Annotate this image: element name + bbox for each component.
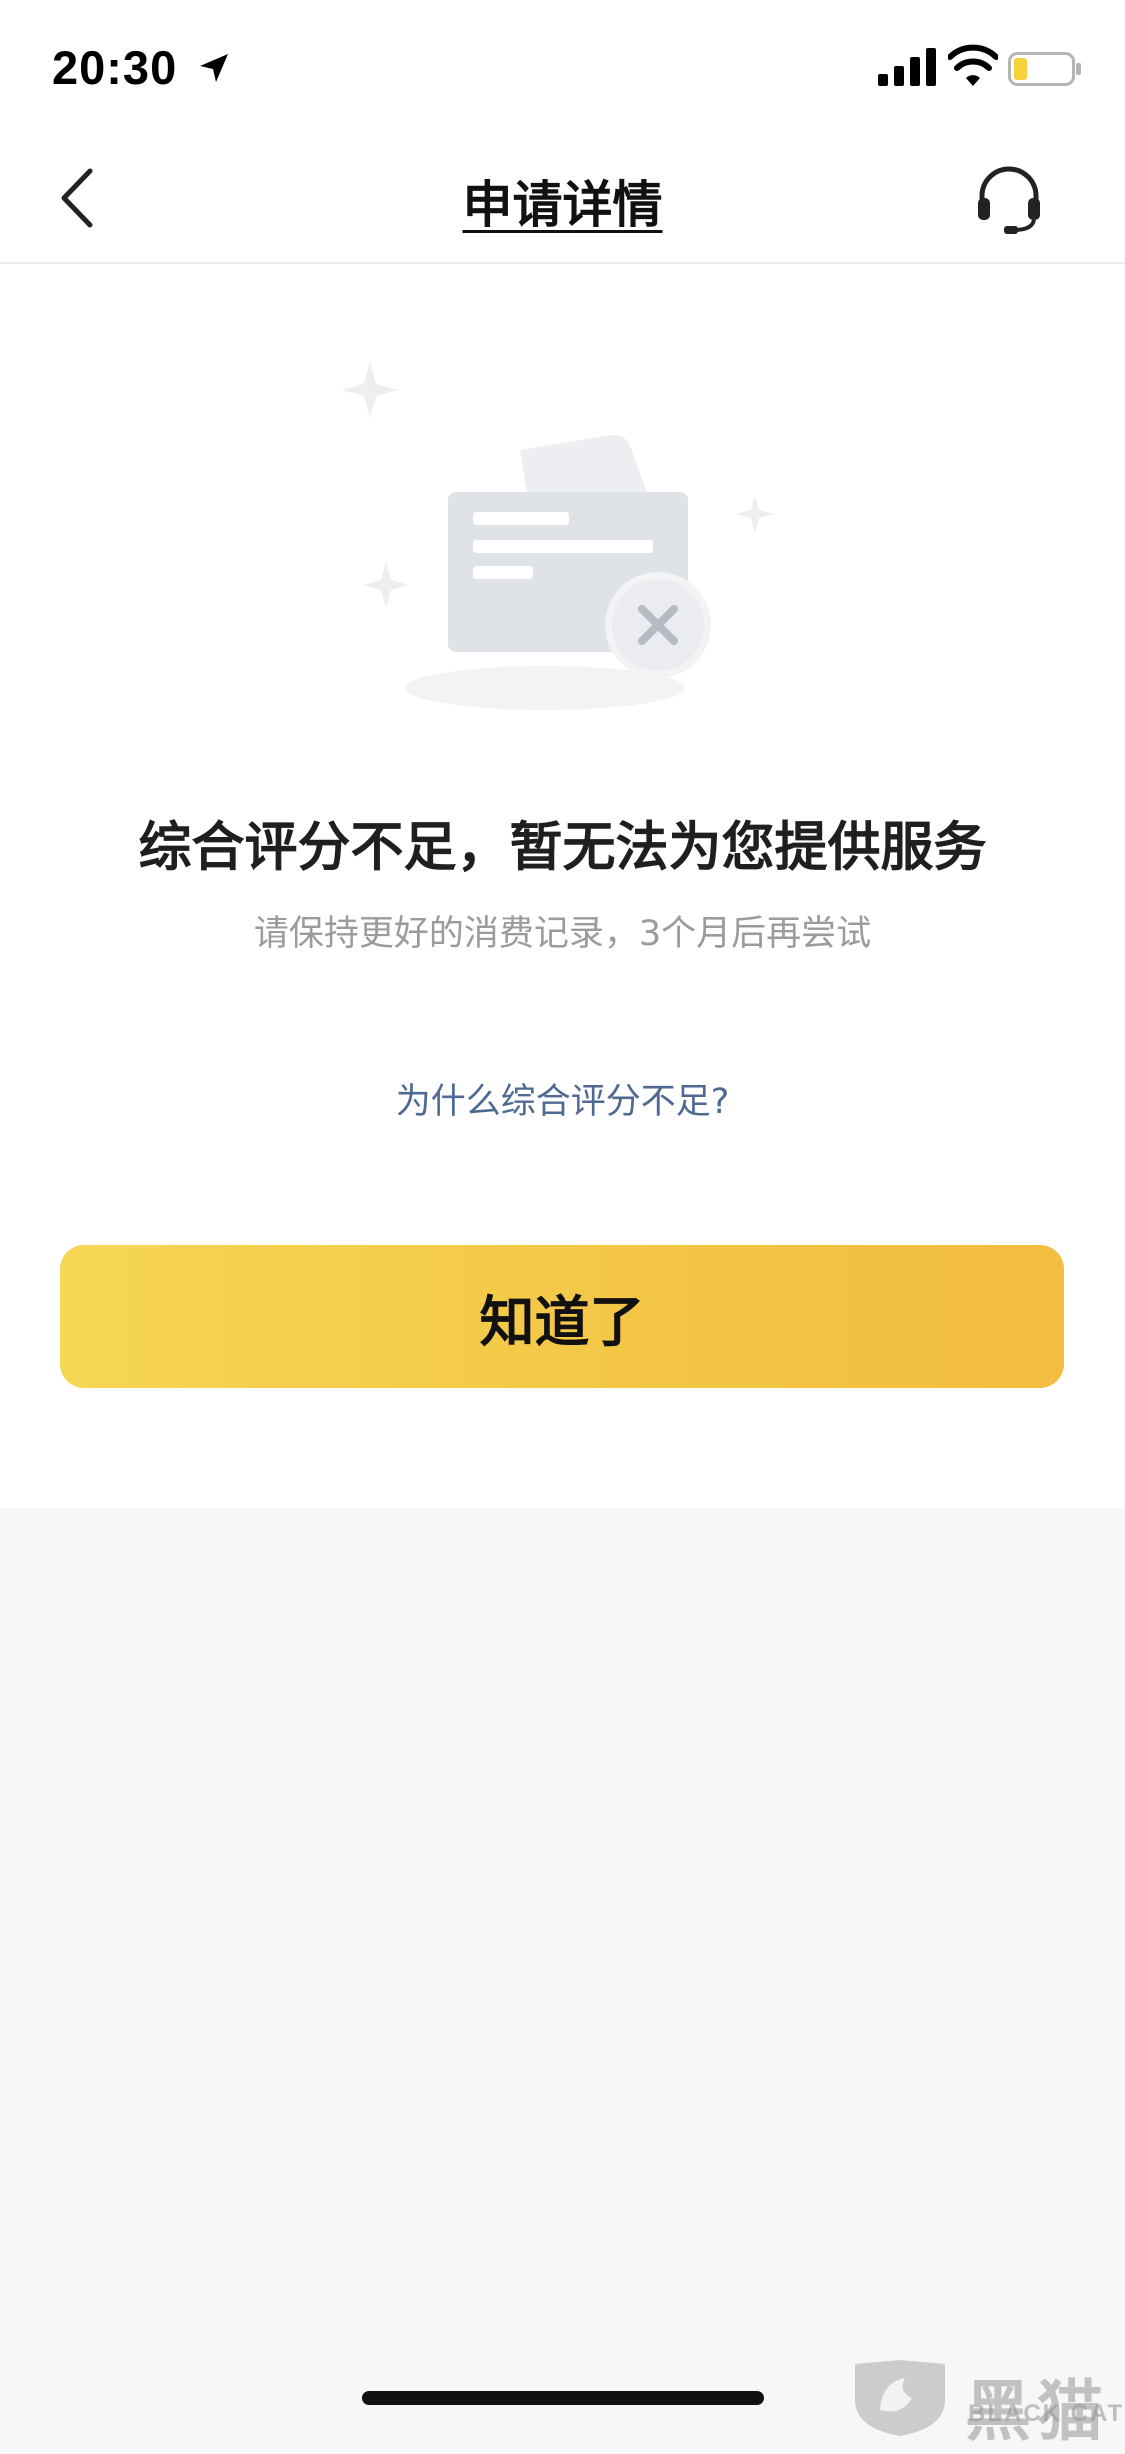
confirm-button[interactable]: 知道了	[60, 1245, 1064, 1388]
nav-divider	[0, 262, 1125, 264]
rejected-card-icon	[342, 362, 774, 710]
home-indicator	[362, 2391, 764, 2405]
location-arrow-icon	[200, 54, 228, 82]
signal-icon	[878, 48, 936, 86]
headset-icon[interactable]	[974, 162, 1044, 234]
battery-icon	[1008, 52, 1081, 86]
result-title: 综合评分不足，暂无法为您提供服务	[138, 817, 987, 878]
page-title: 申请详情	[0, 165, 1125, 237]
result-subtitle: 请保持更好的消费记录，3个月后再尝试	[253, 914, 872, 954]
wifi-icon	[948, 44, 998, 86]
status-time: 20:30	[52, 41, 178, 94]
why-score-link[interactable]: 为什么综合评分不足?	[0, 1073, 1125, 1124]
page-title-text: 申请详情	[462, 176, 663, 234]
watermark-text-en: BLACK CAT	[968, 2400, 1125, 2427]
